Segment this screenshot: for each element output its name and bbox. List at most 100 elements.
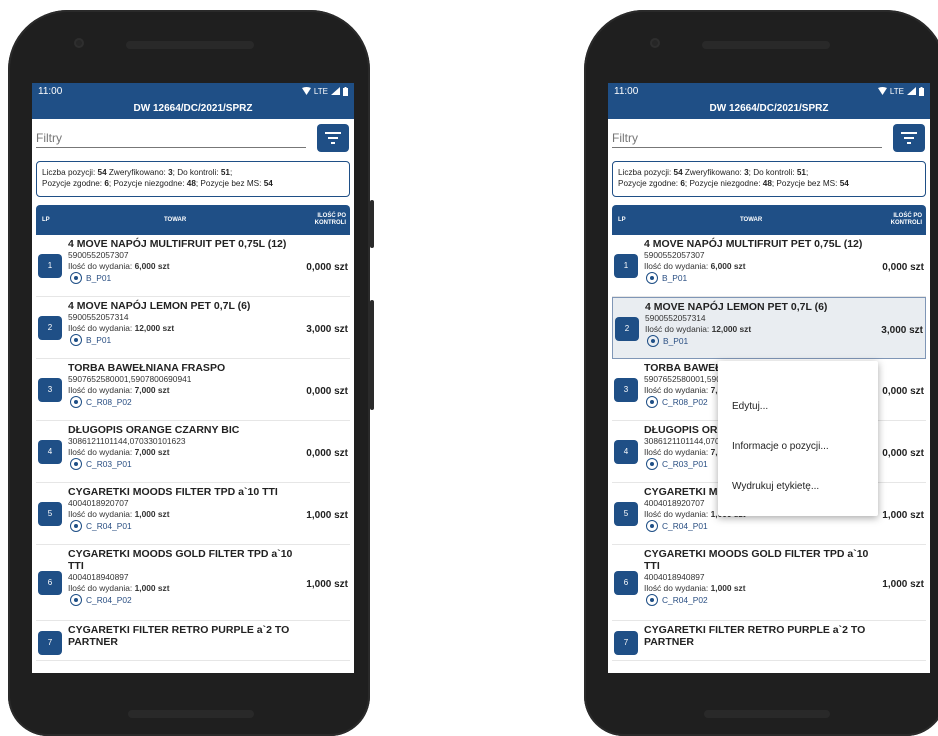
checked-quantity: 0,000 szt: [306, 262, 348, 273]
filter-input[interactable]: [36, 131, 306, 148]
filter-input[interactable]: [612, 131, 882, 148]
column-towar: TOWAR: [740, 217, 763, 223]
menu-item-edit[interactable]: Edytuj...: [732, 401, 768, 412]
issue-quantity-value: 12,000 szt: [134, 323, 175, 333]
summary-label: Liczba pozycji:: [618, 168, 674, 177]
column-qty-line1: ILOŚĆ PO: [893, 213, 922, 219]
location-code: C_R04_P02: [86, 595, 132, 605]
location-code: B_P01: [662, 273, 688, 283]
location: C_R04_P01: [70, 520, 132, 532]
summary-line-1: Liczba pozycji: 54 Zweryfikowano: 3; Do …: [618, 167, 920, 178]
checked-quantity: 0,000 szt: [306, 448, 348, 459]
table-row[interactable]: 5 CYGARETKI MOODS FILTER TPD a`10 TTI 40…: [36, 483, 350, 545]
summary-mismatching: 48: [762, 179, 772, 188]
location-code: C_R03_P01: [662, 459, 708, 469]
checked-quantity: 3,000 szt: [881, 325, 923, 336]
filter-button[interactable]: [317, 124, 349, 152]
row-number: 2: [615, 317, 639, 341]
issue-quantity: Ilość do wydania: 6,000 szt: [644, 261, 746, 271]
issue-quantity: Ilość do wydania: 7,000 szt: [68, 385, 170, 395]
row-number: 7: [614, 631, 638, 655]
camera-dot: [74, 38, 84, 48]
phone-left: 11:00 LTE DW 12664/DC/2021/SPRZ Liczba p…: [8, 10, 374, 736]
table-row[interactable]: 7 CYGARETKI FILTER RETRO PURPLE a`2 TO P…: [36, 621, 350, 661]
column-qty: ILOŚĆ PO KONTROLI: [315, 213, 346, 227]
issue-quantity-value: 12,000 szt: [711, 324, 752, 334]
menu-item-print[interactable]: Wydrukuj etykietę...: [732, 481, 819, 492]
issue-quantity-label: Ilość do wydania:: [645, 324, 712, 334]
issue-quantity: Ilość do wydania: 1,000 szt: [68, 509, 170, 519]
table-row[interactable]: 4 DŁUGOPIS ORANGE CZARNY BIC 30861211011…: [36, 421, 350, 483]
column-qty-line2: KONTROLI: [890, 220, 922, 226]
location-code: B_P01: [663, 336, 689, 346]
issue-quantity-label: Ilość do wydania:: [644, 509, 711, 519]
location: C_R04_P01: [646, 520, 708, 532]
row-number: 2: [38, 316, 62, 340]
summary-to-check: 51: [220, 168, 230, 177]
wifi-icon: [877, 87, 887, 95]
row-number: 6: [614, 571, 638, 595]
checked-quantity: 1,000 szt: [306, 510, 348, 521]
issue-quantity-label: Ilość do wydania:: [644, 261, 711, 271]
battery-icon: [919, 86, 924, 96]
filter-button[interactable]: [893, 124, 925, 152]
summary-mismatching: 48: [186, 179, 196, 188]
location-icon: [646, 396, 658, 408]
location-code: C_R08_P02: [662, 397, 708, 407]
summary-line-2: Pozycje zgodne: 6; Pozycje niezgodne: 48…: [618, 178, 920, 189]
table-row[interactable]: 1 4 MOVE NAPÓJ MULTIFRUIT PET 0,75L (12)…: [612, 235, 926, 297]
issue-quantity-label: Ilość do wydania:: [68, 323, 135, 333]
summary-total: 54: [673, 168, 683, 177]
menu-item-info[interactable]: Informacje o pozycji...: [732, 441, 829, 452]
location: C_R08_P02: [70, 396, 132, 408]
table-header: LP TOWAR ILOŚĆ PO KONTROLI: [36, 205, 350, 235]
summary-to-check: 51: [796, 168, 806, 177]
location-icon: [70, 520, 82, 532]
table-row[interactable]: 3 TORBA BAWEŁNIANA FRASPO 5907652580001,…: [36, 359, 350, 421]
issue-quantity: Ilość do wydania: 6,000 szt: [68, 261, 170, 271]
location-icon: [646, 458, 658, 470]
bottom-grille: [704, 710, 830, 718]
document-title: DW 12664/DC/2021/SPRZ: [608, 99, 930, 119]
issue-quantity: Ilość do wydania: 12,000 szt: [68, 323, 174, 333]
product-name: 4 MOVE NAPÓJ MULTIFRUIT PET 0,75L (12): [644, 238, 863, 250]
issue-quantity: Ilość do wydania: 1,000 szt: [68, 583, 170, 593]
location: B_P01: [646, 272, 687, 284]
table-row[interactable]: 1 4 MOVE NAPÓJ MULTIFRUIT PET 0,75L (12)…: [36, 235, 350, 297]
table-row[interactable]: 2 4 MOVE NAPÓJ LEMON PET 0,7L (6) 590055…: [612, 297, 926, 359]
issue-quantity-value: 7,000 szt: [134, 447, 170, 457]
table-row[interactable]: 6 CYGARETKI MOODS GOLD FILTER TPD a`10 T…: [36, 545, 350, 621]
issue-quantity-label: Ilość do wydania:: [68, 509, 135, 519]
row-number: 5: [614, 502, 638, 526]
summary-label: ; Do kontroli:: [748, 168, 797, 177]
location-code: C_R04_P01: [662, 521, 708, 531]
product-code: 5900552057307: [644, 250, 705, 260]
issue-quantity: Ilość do wydania: 7,000 szt: [68, 447, 170, 457]
checked-quantity: 1,000 szt: [882, 510, 924, 521]
summary-no-ms: 54: [263, 179, 273, 188]
issue-quantity-label: Ilość do wydania:: [644, 583, 711, 593]
location-icon: [646, 594, 658, 606]
filter-row: [608, 119, 930, 153]
location: C_R04_P02: [70, 594, 132, 606]
column-lp: LP: [42, 217, 50, 223]
table-row[interactable]: 6 CYGARETKI MOODS GOLD FILTER TPD a`10 T…: [612, 545, 926, 621]
speaker-grille: [126, 41, 254, 49]
table-row[interactable]: 7 CYGARETKI FILTER RETRO PURPLE a`2 TO P…: [612, 621, 926, 661]
location-icon: [646, 520, 658, 532]
checked-quantity: 1,000 szt: [306, 579, 348, 590]
filter-row: [32, 119, 354, 153]
row-number: 3: [614, 378, 638, 402]
context-menu: Edytuj... Informacje o pozycji... Wydrukuj…: [718, 361, 878, 516]
summary-label: ;: [805, 168, 809, 177]
location-code: C_R08_P02: [86, 397, 132, 407]
table-row[interactable]: 2 4 MOVE NAPÓJ LEMON PET 0,7L (6) 590055…: [36, 297, 350, 359]
checked-quantity: 1,000 szt: [882, 579, 924, 590]
product-name: DŁUGOPIS ORANGE CZARNY BIC: [68, 424, 240, 436]
row-number: 1: [38, 254, 62, 278]
column-towar: TOWAR: [164, 217, 187, 223]
row-number: 4: [38, 440, 62, 464]
issue-quantity-value: 1,000 szt: [134, 583, 170, 593]
product-code: 3086121101144,070330101623: [68, 436, 186, 446]
summary-label: ; Pozycje bez MS:: [771, 179, 840, 188]
